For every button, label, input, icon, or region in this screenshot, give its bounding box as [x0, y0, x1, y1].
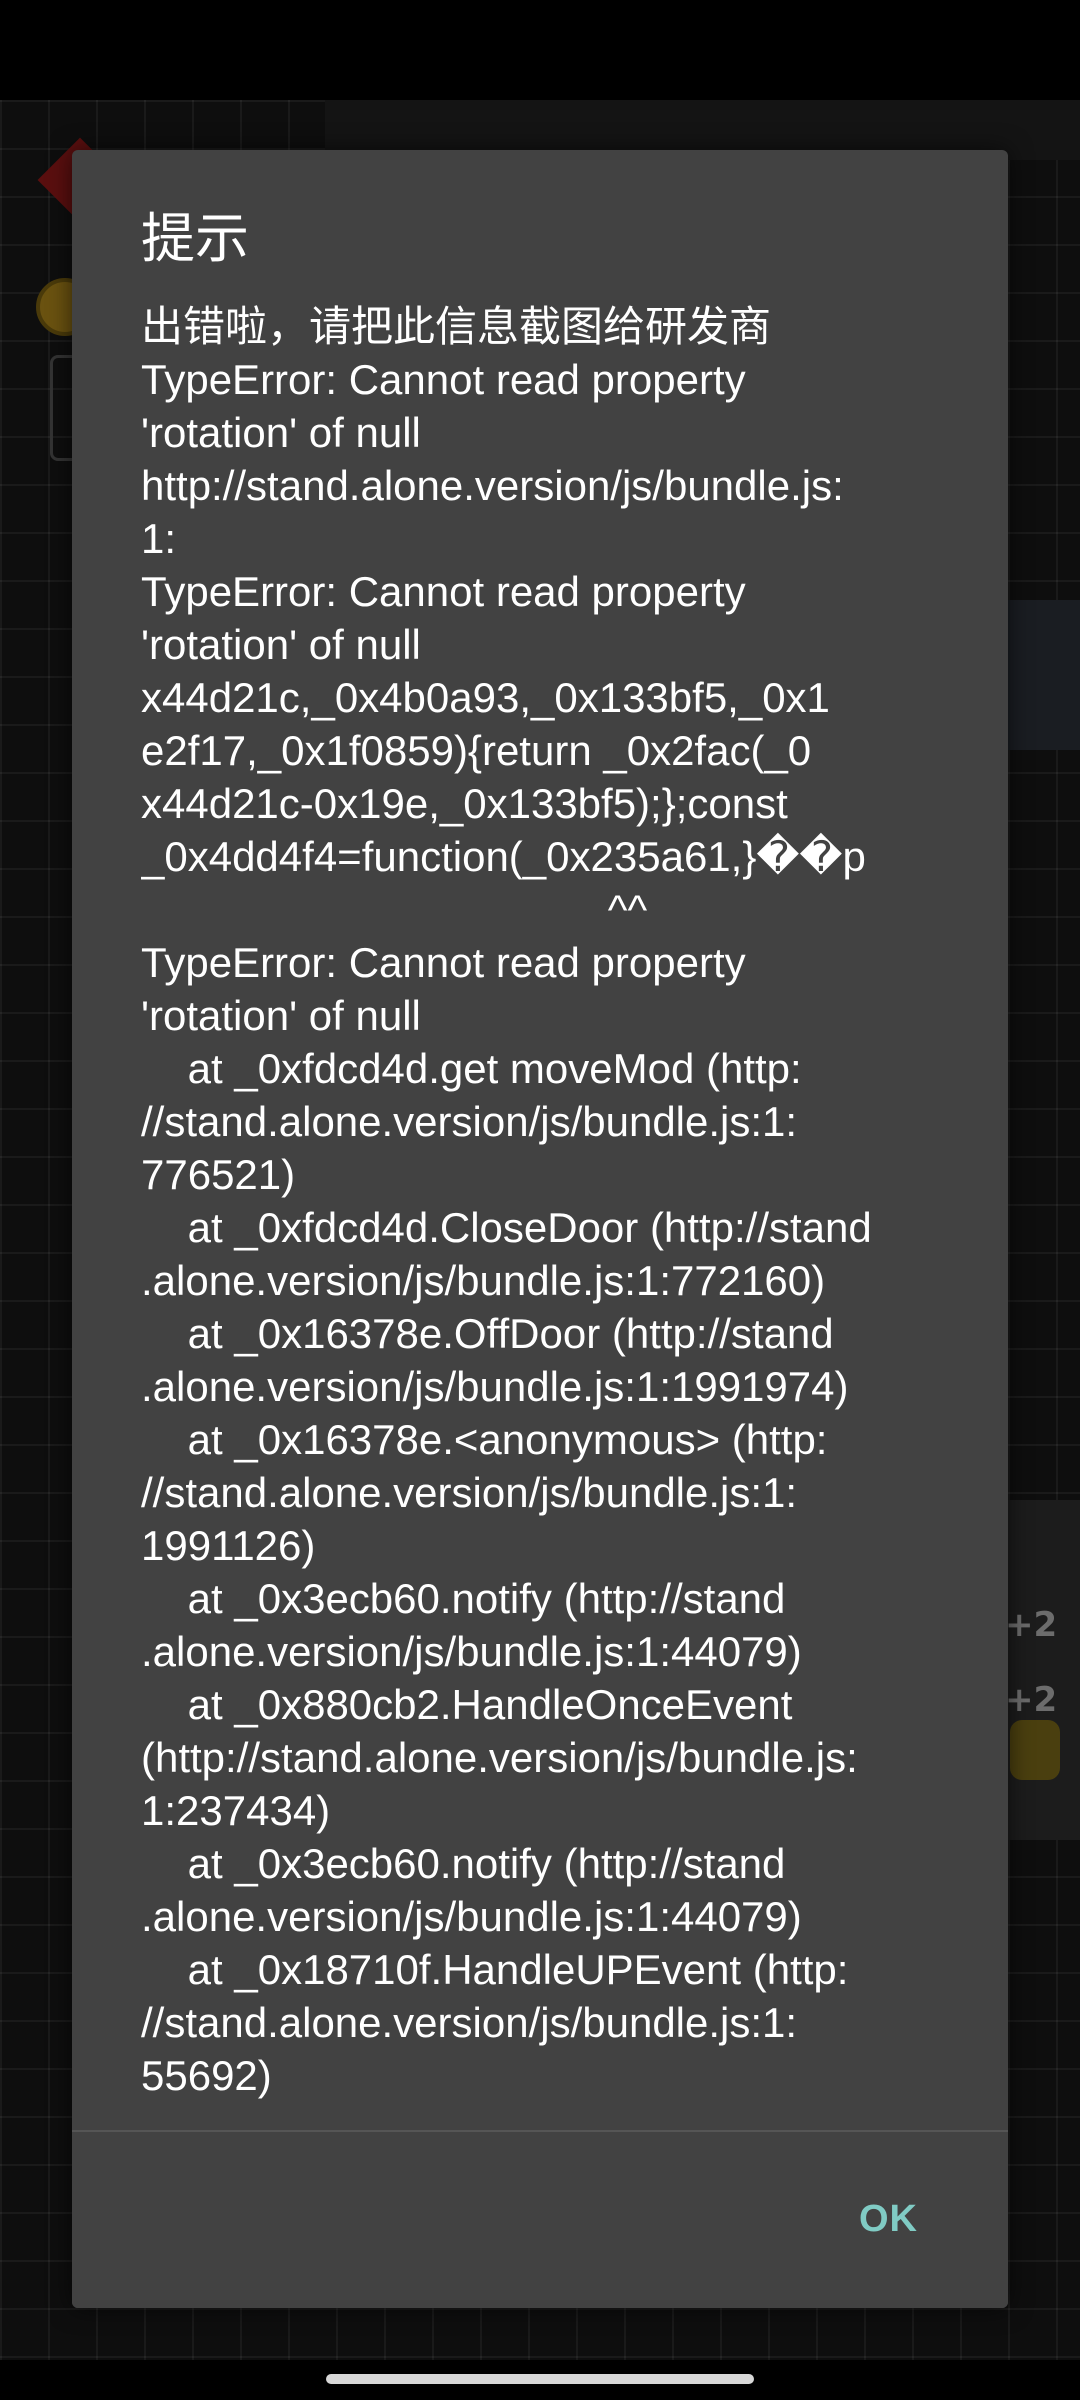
message-line: 1991126) [141, 1522, 316, 1569]
message-line: at _0x3ecb60.notify (http://stand [141, 1840, 786, 1887]
background-right-panel [1000, 1500, 1080, 1840]
message-line: .alone.version/js/bundle.js:1:44079) [141, 1628, 802, 1675]
dialog-title: 提示 [141, 207, 249, 270]
message-line: 1:237434) [141, 1787, 331, 1834]
message-line: at _0x16378e.OffDoor (http://stand [141, 1310, 834, 1357]
message-line: e2f17,_0x1f0859){return _0x2fac(_0 [141, 727, 812, 774]
message-line: 55692) [141, 2052, 272, 2099]
message-line: .alone.version/js/bundle.js:1:44079) [141, 1893, 802, 1940]
error-dialog: 提示 出错啦，请把此信息截图给研发商 TypeError: Cannot read… [72, 150, 1008, 2308]
message-line: (http://stand.alone.version/js/bundle.js… [141, 1734, 858, 1781]
message-line: //stand.alone.version/js/bundle.js:1: [141, 1098, 798, 1145]
message-line: ^^ [141, 886, 648, 933]
message-line: //stand.alone.version/js/bundle.js:1: [141, 1999, 798, 2046]
message-line: //stand.alone.version/js/bundle.js:1: [141, 1469, 798, 1516]
message-line: x44d21c-0x19e,_0x133bf5);};const [141, 780, 788, 827]
message-line: x44d21c,_0x4b0a93,_0x133bf5,_0x1 [141, 674, 830, 721]
message-line: 1: [141, 515, 177, 562]
message-line: .alone.version/js/bundle.js:1:1991974) [141, 1363, 849, 1410]
message-line: at _0xfdcd4d.CloseDoor (http://stand [141, 1204, 872, 1251]
message-line: at _0x3ecb60.notify (http://stand [141, 1575, 786, 1622]
message-line: TypeError: Cannot read property [141, 356, 746, 403]
dialog-footer: OK [72, 2130, 1008, 2308]
message-line: at _0x18710f.HandleUPEvent (http: [141, 1946, 849, 1993]
message-line: .alone.version/js/bundle.js:1:772160) [141, 1257, 826, 1304]
ok-button[interactable]: OK [859, 2182, 918, 2257]
message-line: _0x4dd4f4=function(_0x235a61,}��p [141, 833, 866, 880]
message-line: http://stand.alone.version/js/bundle.js: [141, 462, 844, 509]
message-line: at _0xfdcd4d.get moveMod (http: [141, 1045, 802, 1092]
plus-badge: +2 [1005, 1680, 1058, 1720]
message-line: TypeError: Cannot read property [141, 568, 746, 615]
message-line: 776521) [141, 1151, 296, 1198]
message-line: at _0x880cb2.HandleOnceEvent [141, 1681, 793, 1728]
message-line: 'rotation' of null [141, 621, 421, 668]
message-line: 'rotation' of null [141, 409, 421, 456]
dialog-message[interactable]: 出错啦，请把此信息截图给研发商 TypeError: Cannot read pr… [141, 300, 1008, 2280]
plus-badge: +2 [1005, 1605, 1058, 1645]
character-icon [1010, 1720, 1060, 1780]
home-indicator[interactable] [326, 2374, 754, 2384]
message-line: TypeError: Cannot read property [141, 939, 746, 986]
background-side-panel [1000, 600, 1080, 750]
message-line: 'rotation' of null [141, 992, 421, 1039]
screen: +2 +2 提示 出错啦，请把此信息截图给研发商 TypeError: Canno… [0, 0, 1080, 2400]
message-line: at _0x16378e.<anonymous> (http: [141, 1416, 828, 1463]
message-line: 出错啦，请把此信息截图给研发商 [141, 303, 772, 350]
